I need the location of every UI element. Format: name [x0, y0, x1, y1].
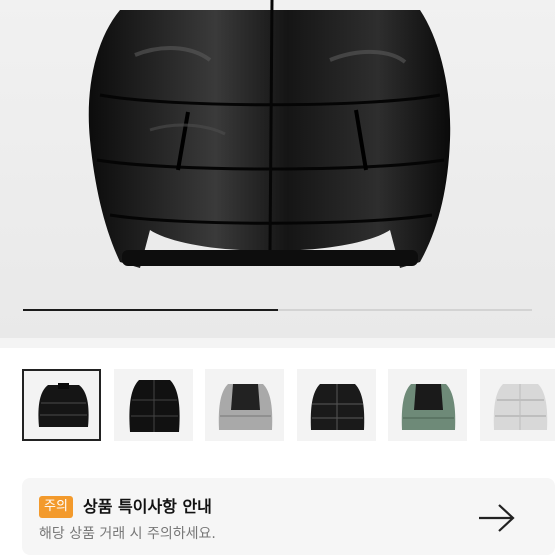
thumbnail-1[interactable] [22, 369, 101, 441]
black-glossy-puffer-image [129, 380, 180, 432]
grey-black-puffer-image [218, 384, 273, 430]
gallery-progress-fill [23, 309, 278, 311]
black-puffer-image [310, 384, 365, 430]
thumbnail-2[interactable] [114, 369, 193, 441]
thumbnail-3[interactable] [205, 369, 284, 441]
product-image-gallery[interactable] [0, 0, 555, 338]
thumbnail-5[interactable] [388, 369, 467, 441]
thumbnail-strip[interactable] [22, 369, 555, 441]
thumbnail-4[interactable] [297, 369, 376, 441]
jacket-image [88, 0, 451, 268]
green-black-puffer-image [401, 384, 456, 430]
thumbnail-6[interactable] [480, 369, 555, 441]
arrow-right-icon[interactable] [477, 502, 517, 534]
section-divider [0, 338, 555, 348]
warning-badge: 주의 [39, 496, 73, 518]
notice-title: 상품 특이사항 안내 [83, 497, 212, 516]
black-matte-puffer-image [38, 383, 89, 427]
notice-subtitle: 해당 상품 거래 시 주의하세요. [39, 526, 216, 542]
product-notice-card[interactable]: 주의 상품 특이사항 안내 해당 상품 거래 시 주의하세요. [22, 478, 555, 555]
gallery-progress-track [23, 309, 532, 311]
silver-puffer-image [493, 384, 548, 430]
